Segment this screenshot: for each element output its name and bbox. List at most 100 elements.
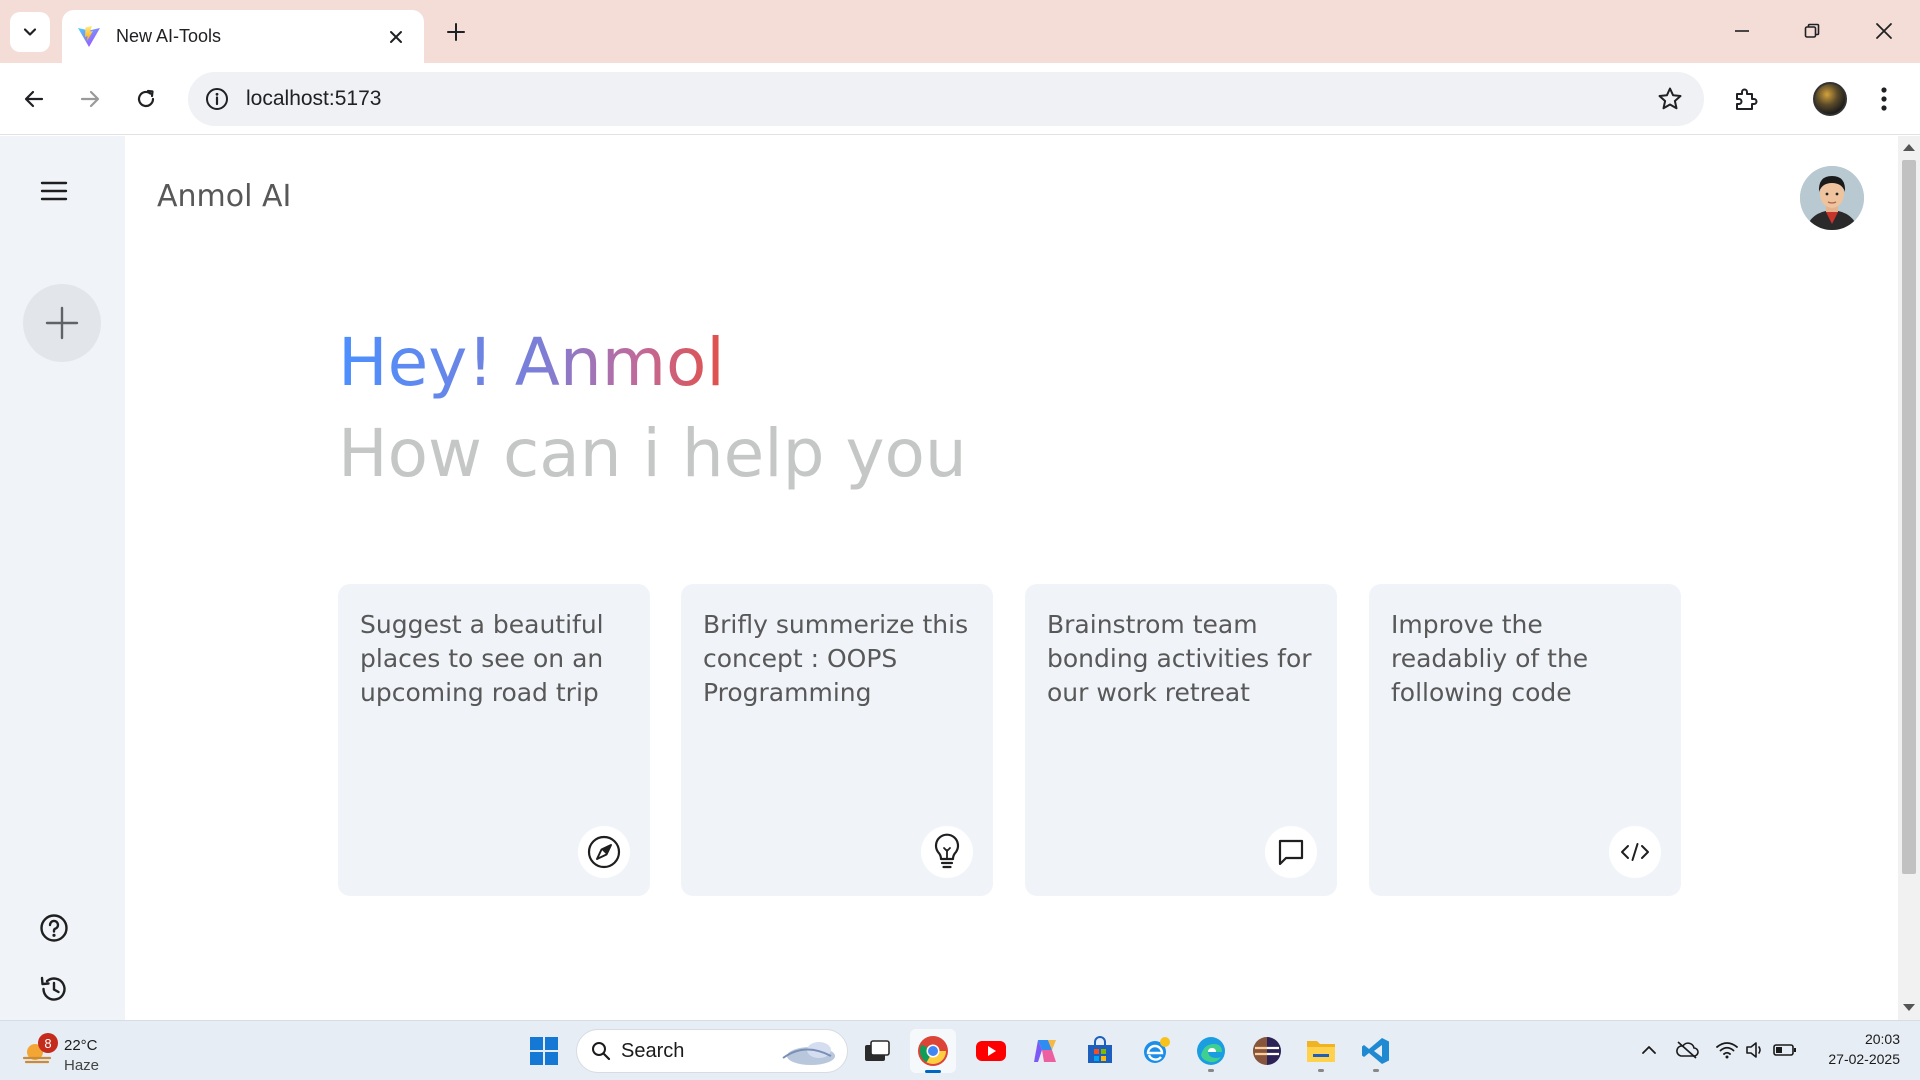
taskbar-copilot[interactable] bbox=[1022, 1029, 1068, 1073]
suggestion-card-road-trip[interactable]: Suggest a beautiful places to see on an … bbox=[338, 584, 650, 896]
vite-favicon-icon bbox=[76, 24, 102, 50]
bulb-icon bbox=[921, 826, 973, 878]
suggestion-card-oops[interactable]: Brifly summerize this concept : OOPS Pro… bbox=[681, 584, 993, 896]
clock-time: 20:03 bbox=[1864, 1031, 1900, 1047]
browser-toolbar: localhost:5173 bbox=[0, 63, 1920, 135]
reload-button[interactable] bbox=[124, 77, 168, 121]
plus-icon bbox=[447, 23, 465, 41]
suggestion-card-brainstorm[interactable]: Brainstrom team bonding activities for o… bbox=[1025, 584, 1337, 896]
user-avatar-image bbox=[1800, 166, 1864, 230]
browser-tab-bar: New AI-Tools bbox=[0, 0, 1920, 63]
card-text: Brainstrom team bonding activities for o… bbox=[1047, 610, 1312, 707]
card-text: Brifly summerize this concept : OOPS Pro… bbox=[703, 610, 969, 707]
minimize-icon bbox=[1735, 30, 1749, 32]
search-label: Search bbox=[621, 1039, 685, 1062]
suggestion-card-code[interactable]: Improve the readabliy of the following c… bbox=[1369, 584, 1681, 896]
scroll-down-arrow-icon[interactable] bbox=[1903, 1004, 1915, 1011]
tray-volume[interactable] bbox=[1742, 1037, 1768, 1063]
eclipse-icon bbox=[1253, 1037, 1281, 1065]
taskbar-store[interactable] bbox=[1077, 1029, 1123, 1073]
search-icon bbox=[592, 1042, 611, 1061]
wifi-icon bbox=[1716, 1042, 1738, 1059]
page-scrollbar[interactable] bbox=[1898, 136, 1920, 1020]
tray-onedrive[interactable] bbox=[1674, 1037, 1700, 1063]
bookmark-button[interactable] bbox=[1650, 79, 1690, 119]
folder-icon bbox=[1307, 1041, 1335, 1062]
extensions-button[interactable] bbox=[1724, 77, 1768, 121]
suggestion-cards: Suggest a beautiful places to see on an … bbox=[338, 584, 1683, 896]
chevron-up-icon bbox=[1642, 1046, 1656, 1054]
tray-overflow-button[interactable] bbox=[1636, 1037, 1662, 1063]
address-bar[interactable]: localhost:5173 bbox=[188, 72, 1704, 126]
forward-button[interactable] bbox=[68, 77, 112, 121]
menu-button[interactable] bbox=[34, 171, 74, 211]
code-icon bbox=[1609, 826, 1661, 878]
taskbar-eclipse[interactable] bbox=[1244, 1029, 1290, 1073]
help-button[interactable] bbox=[36, 910, 72, 946]
clock-date: 27-02-2025 bbox=[1828, 1051, 1900, 1067]
card-text: Improve the readabliy of the following c… bbox=[1391, 610, 1589, 707]
battery-icon bbox=[1773, 1044, 1796, 1056]
profile-avatar bbox=[1813, 82, 1847, 116]
weather-widget[interactable]: 8 22°C Haze bbox=[20, 1031, 140, 1074]
taskbar-youtube[interactable] bbox=[968, 1029, 1014, 1073]
weather-condition: Haze bbox=[64, 1057, 100, 1074]
browser-menu-button[interactable] bbox=[1862, 77, 1906, 121]
scroll-up-arrow-icon[interactable] bbox=[1903, 144, 1915, 151]
browser-tab[interactable]: New AI-Tools bbox=[62, 10, 424, 63]
cloud-off-icon bbox=[1676, 1041, 1699, 1059]
close-window-button[interactable] bbox=[1854, 8, 1914, 54]
scroll-thumb[interactable] bbox=[1902, 160, 1916, 874]
card-text: Suggest a beautiful places to see on an … bbox=[360, 610, 604, 707]
app-root: Anmol AI Hey! Anmol How can i help you S… bbox=[0, 136, 1898, 1020]
taskbar: 8 22°C Haze Search 20:03 27-02-2025 bbox=[0, 1020, 1920, 1080]
info-icon bbox=[206, 88, 228, 110]
user-avatar[interactable] bbox=[1800, 166, 1864, 230]
youtube-icon bbox=[976, 1041, 1006, 1061]
running-indicator bbox=[1318, 1069, 1324, 1072]
task-view-button[interactable] bbox=[854, 1029, 900, 1073]
more-vertical-icon bbox=[1881, 87, 1887, 111]
weather-temperature: 22°C bbox=[64, 1037, 98, 1054]
internet-explorer-icon bbox=[1144, 1037, 1170, 1063]
tab-title: New AI-Tools bbox=[116, 26, 222, 46]
new-tab-button[interactable] bbox=[436, 14, 476, 50]
star-icon bbox=[1658, 87, 1682, 110]
volume-icon bbox=[1746, 1042, 1761, 1058]
compass-icon bbox=[578, 826, 630, 878]
tab-close-button[interactable] bbox=[380, 21, 412, 53]
weather-badge: 8 bbox=[38, 1033, 58, 1053]
taskbar-chrome[interactable] bbox=[910, 1029, 956, 1073]
tray-battery[interactable] bbox=[1772, 1037, 1798, 1063]
arrow-left-icon bbox=[24, 90, 44, 108]
close-icon bbox=[1876, 23, 1892, 39]
edge-icon bbox=[1197, 1037, 1225, 1065]
new-chat-button[interactable] bbox=[23, 284, 101, 362]
tab-search-button[interactable] bbox=[10, 12, 50, 52]
taskbar-file-explorer[interactable] bbox=[1298, 1029, 1344, 1073]
taskbar-search[interactable]: Search bbox=[576, 1029, 848, 1073]
taskbar-vscode[interactable] bbox=[1353, 1029, 1399, 1073]
task-view-icon bbox=[865, 1040, 890, 1061]
minimize-button[interactable] bbox=[1712, 8, 1772, 54]
taskbar-ie-app[interactable] bbox=[1133, 1029, 1179, 1073]
history-icon bbox=[40, 976, 66, 1001]
search-highlight-icon bbox=[782, 1042, 835, 1065]
start-button[interactable] bbox=[524, 1031, 564, 1071]
store-icon bbox=[1088, 1036, 1112, 1063]
message-icon bbox=[1265, 826, 1317, 878]
restore-button[interactable] bbox=[1782, 8, 1842, 54]
chrome-icon bbox=[918, 1036, 948, 1066]
system-clock[interactable]: 20:03 27-02-2025 bbox=[1800, 1029, 1900, 1069]
site-info-button[interactable] bbox=[202, 84, 232, 114]
restore-icon bbox=[1804, 23, 1820, 38]
puzzle-icon bbox=[1736, 88, 1758, 110]
back-button[interactable] bbox=[12, 77, 56, 121]
tray-wifi[interactable] bbox=[1714, 1037, 1740, 1063]
taskbar-edge[interactable] bbox=[1188, 1029, 1234, 1073]
chevron-down-icon bbox=[23, 28, 37, 36]
help-icon bbox=[40, 914, 68, 942]
history-button[interactable] bbox=[36, 971, 72, 1007]
profile-button[interactable] bbox=[1808, 77, 1852, 121]
menu-icon bbox=[40, 181, 68, 201]
